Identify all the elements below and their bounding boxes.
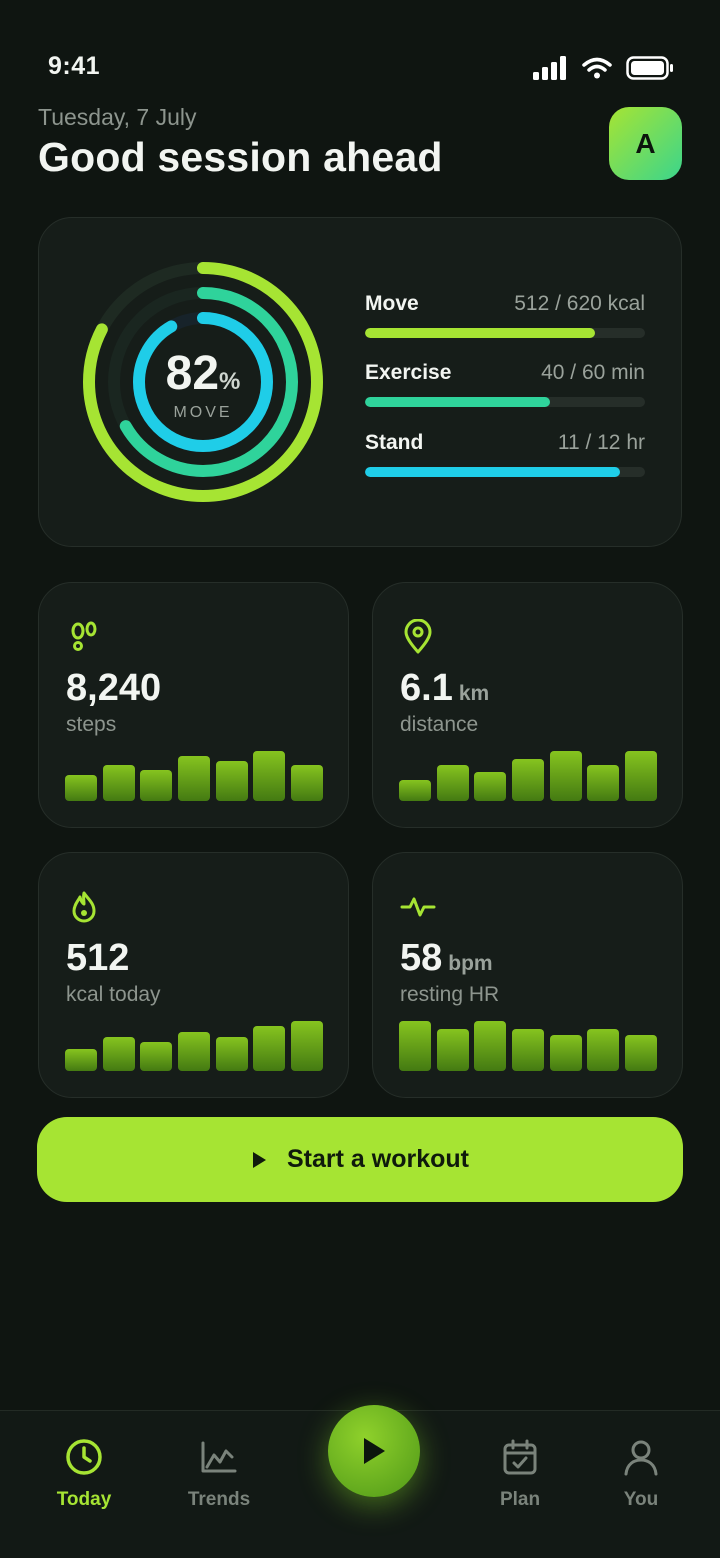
stat-label: steps: [66, 713, 117, 736]
heart-rate-card[interactable]: 58 bpm resting HR: [372, 852, 683, 1098]
stat-label: kcal today: [66, 983, 161, 1006]
move-percent: 82%: [83, 346, 323, 401]
status-icons: [532, 56, 674, 80]
progress-track: [365, 397, 645, 407]
mini-chart-bar: [399, 1021, 431, 1071]
heart-rate-mini-chart: [399, 1021, 657, 1071]
mini-chart-bar: [253, 1026, 286, 1071]
stat-unit: bpm: [448, 952, 493, 975]
mini-chart-bar: [512, 758, 544, 801]
mini-chart-bar: [625, 1035, 657, 1071]
trend-chart-icon: [201, 1441, 237, 1473]
play-icon: [253, 1151, 266, 1168]
mini-chart-bar: [587, 765, 620, 801]
mini-chart-bar: [436, 765, 469, 801]
distance-value: 6.1: [400, 667, 453, 709]
start-workout-button[interactable]: Start a workout: [37, 1117, 683, 1202]
progress-track: [365, 328, 645, 338]
nav-item-today[interactable]: Today: [24, 1437, 144, 1511]
stat-value: 58 bpm: [400, 937, 493, 980]
stand-progress-bar: [365, 467, 620, 477]
move-percent-value: 82: [165, 347, 220, 400]
start-workout-label: Start a workout: [287, 1145, 469, 1173]
nav-item-you[interactable]: You: [581, 1437, 701, 1511]
mini-chart-bar: [291, 1021, 323, 1071]
footprints-icon: [71, 621, 97, 651]
stat-label: resting HR: [400, 983, 500, 1006]
mini-chart-bar: [178, 756, 210, 801]
distance-card[interactable]: 6.1 km distance: [372, 582, 683, 828]
mini-chart-bar: [399, 780, 431, 801]
steps-mini-chart: [65, 751, 323, 801]
mini-chart-bar: [549, 1035, 582, 1071]
calories-mini-chart: [65, 1021, 323, 1071]
metric-value: 40 / 60 min: [541, 361, 645, 384]
avatar-button[interactable]: A: [609, 107, 682, 180]
heartbeat-icon: [400, 897, 436, 917]
mini-chart-bar: [178, 1032, 210, 1071]
mini-chart-bar: [65, 1048, 97, 1071]
wifi-icon: [582, 57, 612, 79]
stat-unit: km: [458, 682, 490, 705]
calories-value: 512: [66, 937, 130, 979]
battery-icon: [626, 56, 673, 80]
nav-item-trends[interactable]: Trends: [159, 1437, 279, 1511]
mini-chart-bar: [436, 1028, 469, 1071]
status-bar: 9:41: [0, 0, 720, 110]
heart-rate-value: 58: [400, 937, 443, 979]
clock-icon: [66, 1439, 102, 1475]
stat-value: 8,240: [66, 667, 161, 710]
mini-chart-bar: [140, 1042, 173, 1071]
nav-label: Plan: [499, 1489, 541, 1510]
ring-center-label: MOVE: [173, 404, 233, 421]
cellular-signal-icon: [533, 56, 566, 80]
mini-chart-bar: [291, 765, 323, 801]
metric-name: Exercise: [365, 361, 452, 384]
metric-name: Move: [365, 292, 419, 315]
steps-value: 8,240: [66, 667, 162, 709]
mini-chart-bar: [102, 1037, 135, 1071]
move-progress-bar: [365, 328, 595, 338]
mini-chart-bar: [215, 1037, 248, 1071]
progress-track: [365, 467, 645, 477]
mini-chart-bar: [215, 761, 248, 801]
ring-center: 82% MOVE: [83, 262, 323, 502]
mini-chart-bar: [625, 751, 657, 801]
nav-label: Trends: [187, 1489, 251, 1510]
stat-value: 512: [66, 937, 129, 980]
mini-chart-bar: [512, 1028, 544, 1071]
nav-label: Today: [56, 1489, 112, 1510]
metric-value: 11 / 12 hr: [557, 431, 645, 454]
exercise-progress-bar: [365, 397, 550, 407]
flame-icon: [72, 891, 96, 923]
mini-chart-bar: [549, 751, 582, 801]
metric-name: Stand: [365, 431, 424, 454]
nav-item-plan[interactable]: Plan: [460, 1437, 580, 1511]
metric-value: 512 / 620 kcal: [514, 292, 645, 315]
quick-start-fab[interactable]: [328, 1405, 420, 1497]
activity-rings-card[interactable]: 82% MOVE Move 512 / 620 kcal Exercise 40…: [38, 217, 682, 547]
page-title: Good session ahead: [38, 134, 443, 180]
header: Tuesday, 7 July Good session ahead A: [38, 100, 682, 190]
percent-sign: %: [219, 368, 241, 395]
status-time: 9:41: [48, 52, 101, 80]
play-icon: [364, 1438, 385, 1464]
mini-chart-bar: [65, 775, 97, 801]
mini-chart-bar: [474, 772, 507, 801]
mini-chart-bar: [253, 751, 286, 801]
mini-chart-bar: [587, 1028, 620, 1071]
mini-chart-bar: [474, 1021, 507, 1071]
stat-label: distance: [400, 713, 479, 736]
user-icon: [624, 1440, 658, 1476]
date-label: Tuesday, 7 July: [38, 104, 197, 130]
location-pin-icon: [404, 619, 432, 654]
mini-chart-bar: [140, 770, 173, 801]
stat-value: 6.1 km: [400, 667, 489, 710]
calendar-check-icon: [503, 1439, 537, 1475]
mini-chart-bar: [102, 765, 135, 801]
calories-card[interactable]: 512 kcal today: [38, 852, 349, 1098]
nav-label: You: [623, 1489, 659, 1510]
distance-mini-chart: [399, 751, 657, 801]
steps-card[interactable]: 8,240 steps: [38, 582, 349, 828]
